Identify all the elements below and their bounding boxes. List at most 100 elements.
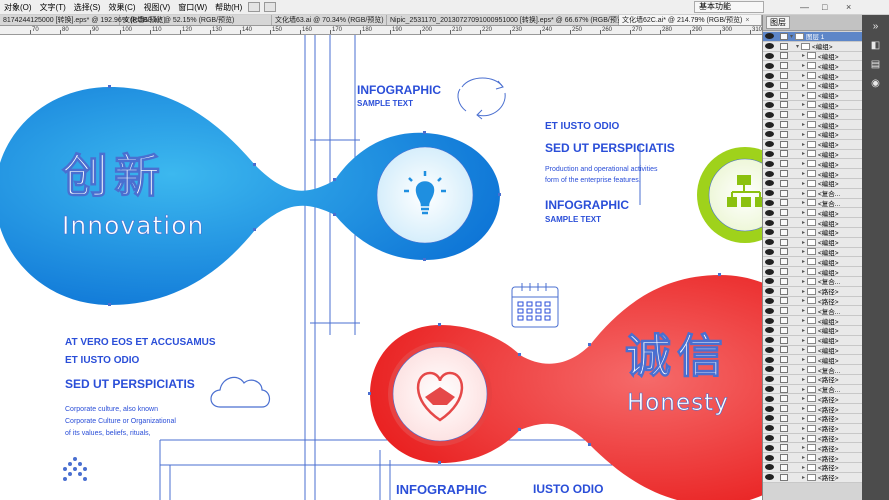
- collapse-triangle-icon[interactable]: ▸: [800, 444, 807, 451]
- lock-toggle[interactable]: [780, 454, 788, 462]
- lock-toggle[interactable]: [780, 91, 788, 99]
- collapse-triangle-icon[interactable]: ▸: [800, 268, 807, 275]
- collapse-panels-icon[interactable]: »: [867, 20, 884, 34]
- visibility-eye-icon[interactable]: [765, 435, 774, 442]
- visibility-eye-icon[interactable]: [765, 121, 774, 128]
- visibility-eye-icon[interactable]: [765, 288, 774, 295]
- collapse-triangle-icon[interactable]: ▸: [800, 474, 807, 481]
- collapse-triangle-icon[interactable]: ▸: [800, 317, 807, 324]
- visibility-eye-icon[interactable]: [765, 33, 774, 40]
- visibility-eye-icon[interactable]: [765, 248, 774, 255]
- lock-toggle[interactable]: [780, 434, 788, 442]
- visibility-eye-icon[interactable]: [765, 337, 774, 344]
- collapse-triangle-icon[interactable]: ▸: [800, 464, 807, 471]
- collapse-triangle-icon[interactable]: ▸: [800, 111, 807, 118]
- visibility-eye-icon[interactable]: [765, 395, 774, 402]
- visibility-eye-icon[interactable]: [765, 444, 774, 451]
- document-tab[interactable]: 8174244125000 [转换].eps* @ 192.96% (RGB/预…: [0, 15, 166, 25]
- lock-toggle[interactable]: [780, 228, 788, 236]
- collapse-triangle-icon[interactable]: ▸: [800, 356, 807, 363]
- lock-toggle[interactable]: [780, 365, 788, 373]
- collapse-triangle-icon[interactable]: ▸: [800, 131, 807, 138]
- lock-toggle[interactable]: [780, 297, 788, 305]
- lock-toggle[interactable]: [780, 277, 788, 285]
- restore-button[interactable]: □: [822, 2, 827, 12]
- visibility-eye-icon[interactable]: [765, 131, 774, 138]
- lock-toggle[interactable]: [780, 81, 788, 89]
- collapse-triangle-icon[interactable]: ▸: [800, 327, 807, 334]
- collapse-triangle-icon[interactable]: ▸: [800, 454, 807, 461]
- bridge-button[interactable]: [248, 2, 261, 12]
- collapse-triangle-icon[interactable]: ▸: [800, 141, 807, 148]
- collapse-triangle-icon[interactable]: ▸: [800, 248, 807, 255]
- lock-toggle[interactable]: [780, 463, 788, 471]
- lock-toggle[interactable]: [780, 238, 788, 246]
- collapse-triangle-icon[interactable]: ▸: [800, 415, 807, 422]
- visibility-eye-icon[interactable]: [765, 92, 774, 99]
- collapse-triangle-icon[interactable]: ▸: [800, 150, 807, 157]
- visibility-eye-icon[interactable]: [765, 101, 774, 108]
- lock-toggle[interactable]: [780, 111, 788, 119]
- visibility-eye-icon[interactable]: [765, 72, 774, 79]
- visibility-eye-icon[interactable]: [765, 366, 774, 373]
- visibility-eye-icon[interactable]: [765, 111, 774, 118]
- visibility-eye-icon[interactable]: [765, 297, 774, 304]
- menu-help[interactable]: 帮助(H): [211, 2, 246, 13]
- lock-toggle[interactable]: [780, 72, 788, 80]
- lock-toggle[interactable]: [780, 209, 788, 217]
- collapse-triangle-icon[interactable]: ▸: [800, 82, 807, 89]
- visibility-eye-icon[interactable]: [765, 307, 774, 314]
- visibility-eye-icon[interactable]: [765, 170, 774, 177]
- document-tab[interactable]: 文化墙63.ai @ 70.34% (RGB/预览): [272, 15, 387, 25]
- lock-toggle[interactable]: [780, 424, 788, 432]
- visibility-eye-icon[interactable]: [765, 356, 774, 363]
- collapse-triangle-icon[interactable]: ▸: [800, 278, 807, 285]
- collapse-triangle-icon[interactable]: ▸: [800, 101, 807, 108]
- collapse-triangle-icon[interactable]: ▸: [800, 395, 807, 402]
- layers-panel-icon[interactable]: ▤: [867, 58, 884, 72]
- collapse-triangle-icon[interactable]: ▸: [800, 386, 807, 393]
- collapse-triangle-icon[interactable]: ▸: [800, 160, 807, 167]
- lock-toggle[interactable]: [780, 287, 788, 295]
- menu-object[interactable]: 对象(O): [0, 2, 36, 13]
- lock-toggle[interactable]: [780, 326, 788, 334]
- close-window-button[interactable]: ×: [846, 2, 851, 12]
- lock-toggle[interactable]: [780, 52, 788, 60]
- visibility-eye-icon[interactable]: [765, 219, 774, 226]
- visibility-eye-icon[interactable]: [765, 239, 774, 246]
- collapse-triangle-icon[interactable]: ▸: [800, 121, 807, 128]
- artboard-canvas[interactable]: 创新 Innovation 诚信 Honesty INFOGRAPHIC SAM…: [0, 35, 762, 500]
- collapse-triangle-icon[interactable]: ▸: [800, 170, 807, 177]
- visibility-eye-icon[interactable]: [765, 327, 774, 334]
- visibility-eye-icon[interactable]: [765, 405, 774, 412]
- visibility-eye-icon[interactable]: [765, 258, 774, 265]
- collapse-triangle-icon[interactable]: ▸: [800, 288, 807, 295]
- collapse-triangle-icon[interactable]: ▸: [800, 239, 807, 246]
- collapse-triangle-icon[interactable]: ▸: [800, 346, 807, 353]
- collapse-triangle-icon[interactable]: ▸: [800, 199, 807, 206]
- lock-toggle[interactable]: [780, 414, 788, 422]
- document-tab[interactable]: 文化墙63.ai* @ 52.15% (RGB/预览): [120, 15, 272, 25]
- lock-toggle[interactable]: [780, 130, 788, 138]
- visibility-eye-icon[interactable]: [765, 268, 774, 275]
- collapse-triangle-icon[interactable]: ▸: [800, 219, 807, 226]
- collapse-triangle-icon[interactable]: ▸: [800, 405, 807, 412]
- visibility-eye-icon[interactable]: [765, 346, 774, 353]
- arrange-documents-button[interactable]: [264, 2, 277, 12]
- menu-view[interactable]: 视图(V): [140, 2, 175, 13]
- collapse-triangle-icon[interactable]: ▸: [800, 209, 807, 216]
- workspace-switcher[interactable]: 基本功能: [694, 1, 764, 13]
- lock-toggle[interactable]: [780, 42, 788, 50]
- close-tab-icon[interactable]: ×: [745, 15, 749, 25]
- lock-toggle[interactable]: [780, 307, 788, 315]
- lock-toggle[interactable]: [780, 199, 788, 207]
- lock-toggle[interactable]: [780, 150, 788, 158]
- menu-select[interactable]: 选择(S): [70, 2, 105, 13]
- visibility-eye-icon[interactable]: [765, 52, 774, 59]
- collapse-triangle-icon[interactable]: ▸: [800, 52, 807, 59]
- lock-toggle[interactable]: [780, 395, 788, 403]
- collapse-triangle-icon[interactable]: ▸: [800, 180, 807, 187]
- visibility-eye-icon[interactable]: [765, 454, 774, 461]
- lock-toggle[interactable]: [780, 268, 788, 276]
- lock-toggle[interactable]: [780, 219, 788, 227]
